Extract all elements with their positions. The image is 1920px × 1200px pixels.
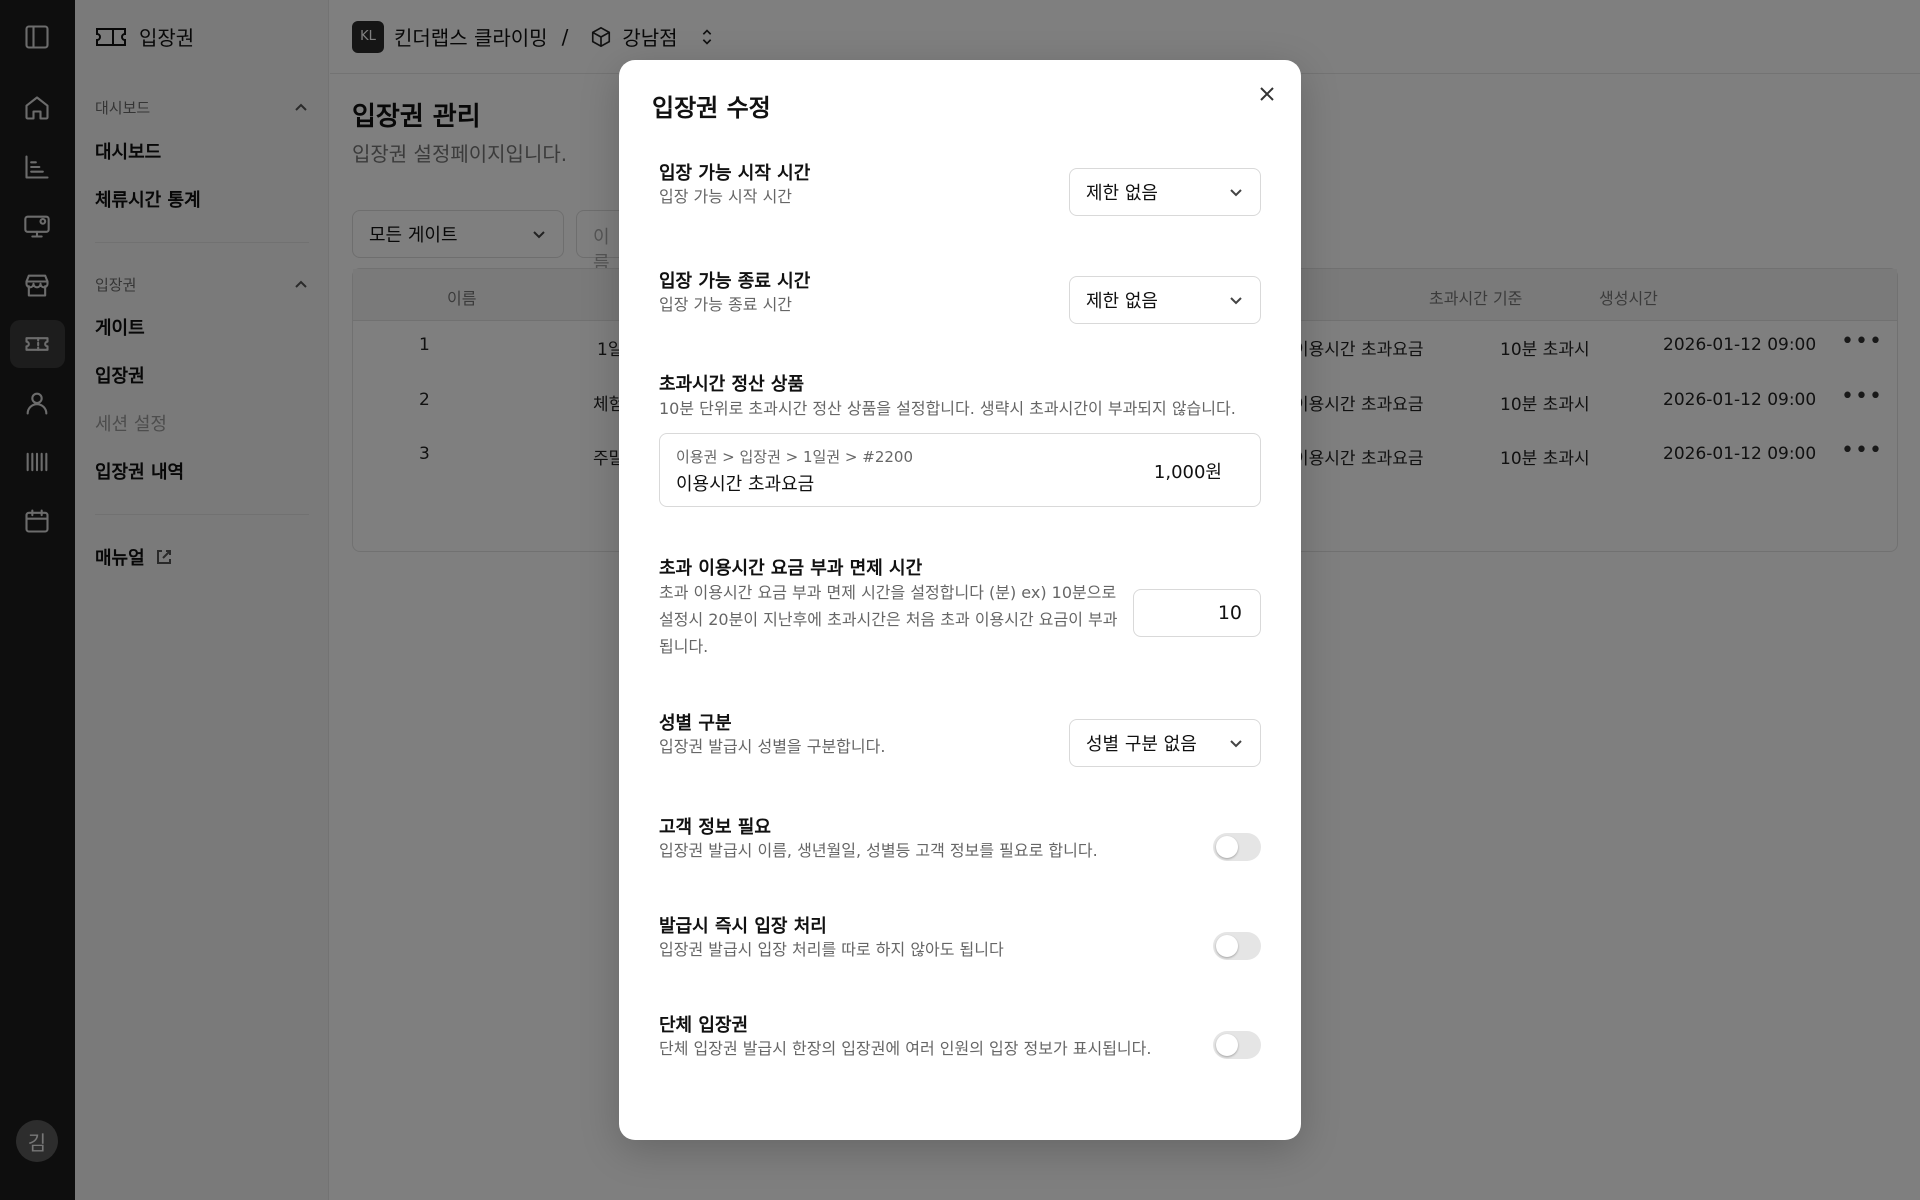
modal-title: 입장권 수정	[652, 94, 771, 122]
group-ticket-label: 단체 입장권	[659, 1015, 749, 1036]
gender-desc: 입장권 발급시 성별을 구분합니다.	[659, 737, 886, 756]
gender-select[interactable]: 성별 구분 없음	[1069, 719, 1261, 767]
customer-info-label: 고객 정보 필요	[659, 817, 771, 838]
product-path: 이용권 > 입장권 > 1일권 > #2200	[676, 448, 913, 466]
customer-info-desc: 입장권 발급시 이름, 생년월일, 성별등 고객 정보를 필요로 합니다.	[659, 841, 1098, 860]
chevron-down-icon	[1230, 740, 1242, 748]
end-time-select[interactable]: 제한 없음	[1069, 276, 1261, 324]
toggle-knob	[1216, 1034, 1238, 1056]
end-time-label: 입장 가능 종료 시간	[659, 271, 811, 292]
instant-entry-toggle[interactable]	[1213, 932, 1261, 960]
edit-ticket-modal: 입장권 수정 입장 가능 시작 시간 입장 가능 시작 시간 제한 없음 입장 …	[619, 60, 1301, 1140]
chevron-down-icon	[1230, 297, 1242, 305]
exemption-desc-line: 초과 이용시간 요금 부과 면제 시간을 설정합니다 (분) ex) 10분으로	[659, 583, 1117, 602]
product-price: 1,000원	[1153, 462, 1222, 483]
start-time-value: 제한 없음	[1086, 183, 1158, 204]
end-time-value: 제한 없음	[1086, 291, 1158, 312]
close-icon	[1260, 87, 1274, 101]
start-time-select[interactable]: 제한 없음	[1069, 168, 1261, 216]
toggle-knob	[1216, 836, 1238, 858]
instant-entry-label: 발급시 즉시 입장 처리	[659, 916, 827, 937]
overtime-product-card[interactable]: 이용권 > 입장권 > 1일권 > #2200 이용시간 초과요금 1,000원	[659, 433, 1261, 507]
exemption-desc-line: 됩니다.	[659, 637, 709, 656]
group-ticket-toggle[interactable]	[1213, 1031, 1261, 1059]
customer-info-toggle[interactable]	[1213, 833, 1261, 861]
start-time-label: 입장 가능 시작 시간	[659, 163, 811, 184]
gender-value: 성별 구분 없음	[1086, 734, 1197, 755]
start-time-desc: 입장 가능 시작 시간	[659, 187, 793, 206]
exemption-desc: 초과 이용시간 요금 부과 면제 시간을 설정합니다 (분) ex) 10분으로…	[659, 579, 1118, 660]
chevron-down-icon	[1230, 189, 1242, 197]
group-ticket-desc: 단체 입장권 발급시 한장의 입장권에 여러 인원의 입장 정보가 표시됩니다.	[659, 1039, 1152, 1058]
close-button[interactable]	[1256, 83, 1278, 105]
overtime-product-label: 초과시간 정산 상품	[659, 374, 805, 395]
exemption-minutes-input[interactable]: 10	[1133, 589, 1261, 637]
instant-entry-desc: 입장권 발급시 입장 처리를 따로 하지 않아도 됩니다	[659, 940, 1004, 959]
toggle-knob	[1216, 935, 1238, 957]
exemption-desc-line: 설정시 20분이 지난후에 초과시간은 처음 초과 이용시간 요금이 부과	[659, 610, 1118, 629]
end-time-desc: 입장 가능 종료 시간	[659, 295, 793, 314]
overtime-product-desc: 10분 단위로 초과시간 정산 상품을 설정합니다. 생략시 초과시간이 부과되…	[659, 399, 1236, 418]
gender-label: 성별 구분	[659, 713, 732, 734]
exemption-label: 초과 이용시간 요금 부과 면제 시간	[659, 558, 923, 579]
product-name: 이용시간 초과요금	[676, 474, 815, 495]
